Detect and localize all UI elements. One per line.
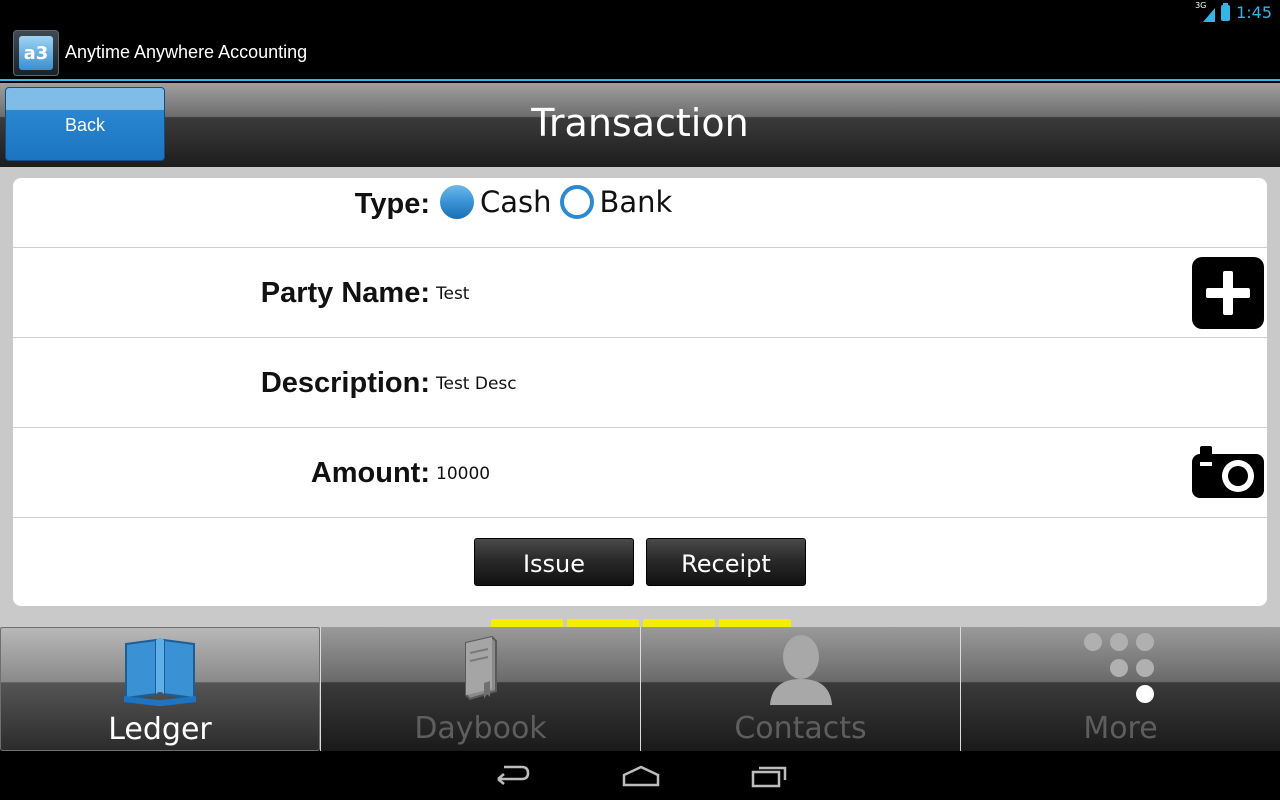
radio-checked-icon — [440, 185, 474, 219]
bottom-tab-bar: Ledger Daybook Contacts More — [0, 627, 1280, 751]
description-row: Description: Test Desc — [13, 338, 1267, 428]
daybook-icon — [464, 635, 497, 701]
app-title: Anytime Anywhere Accounting — [65, 42, 308, 62]
amount-row: Amount: 10000 — [13, 428, 1267, 518]
yellow-marker — [719, 619, 791, 627]
tab-contacts-label: Contacts — [734, 711, 867, 746]
tab-more-label: More — [1083, 711, 1158, 746]
type-row: Type: Cash Bank — [13, 178, 1267, 248]
description-field[interactable]: Test Desc — [436, 374, 517, 394]
amount-field[interactable]: 10000 — [436, 464, 490, 484]
signal-icon: 3G — [1195, 1, 1216, 22]
amount-label: Amount: — [310, 457, 430, 489]
recents-nav-icon[interactable] — [750, 763, 788, 789]
radio-unchecked-icon — [559, 185, 594, 219]
radio-cash[interactable]: Cash — [440, 185, 552, 219]
tab-contacts[interactable]: Contacts — [640, 627, 960, 751]
status-icons: 3G 1:45 — [1195, 1, 1272, 23]
tab-daybook[interactable]: Daybook — [320, 627, 640, 751]
action-bar: a3 Anytime Anywhere Accounting — [0, 25, 1280, 81]
yellow-marker — [491, 619, 563, 627]
yellow-marker — [643, 619, 715, 627]
status-bar: 3G 1:45 — [0, 0, 1280, 25]
home-nav-icon[interactable] — [621, 763, 661, 789]
tab-daybook-label: Daybook — [414, 711, 547, 746]
transaction-form: Type: Cash Bank Party Name: Test Descrip… — [13, 178, 1267, 606]
tab-ledger-label: Ledger — [108, 712, 212, 747]
party-name-label: Party Name: — [260, 277, 430, 309]
navigation-bar — [0, 751, 1280, 800]
page-title: Transaction — [531, 101, 749, 145]
receipt-button[interactable]: Receipt — [646, 538, 806, 586]
radio-bank[interactable]: Bank — [559, 185, 673, 219]
book-icon — [124, 638, 196, 706]
type-radio-group: Cash Bank — [440, 185, 680, 219]
radio-cash-label: Cash — [480, 185, 552, 219]
camera-button[interactable] — [1192, 444, 1264, 498]
add-party-button[interactable] — [1192, 257, 1264, 329]
back-nav-icon[interactable] — [494, 763, 530, 789]
yellow-marker — [567, 619, 639, 627]
dots-icon — [1083, 633, 1154, 703]
tab-ledger[interactable]: Ledger — [0, 627, 320, 751]
person-icon — [769, 635, 832, 705]
battery-icon — [1221, 2, 1231, 21]
description-label: Description: — [260, 367, 430, 399]
type-label: Type: — [354, 188, 430, 220]
tab-more[interactable]: More — [960, 627, 1280, 751]
app-logo-text: a3 — [19, 36, 53, 70]
app-logo-icon: a3 — [13, 30, 59, 76]
header-bar: Back Transaction — [0, 83, 1280, 167]
status-clock: 1:45 — [1236, 3, 1272, 22]
issue-button[interactable]: Issue — [474, 538, 634, 586]
party-name-row: Party Name: Test — [13, 248, 1267, 338]
party-name-field[interactable]: Test — [436, 284, 469, 304]
radio-bank-label: Bank — [599, 185, 673, 219]
